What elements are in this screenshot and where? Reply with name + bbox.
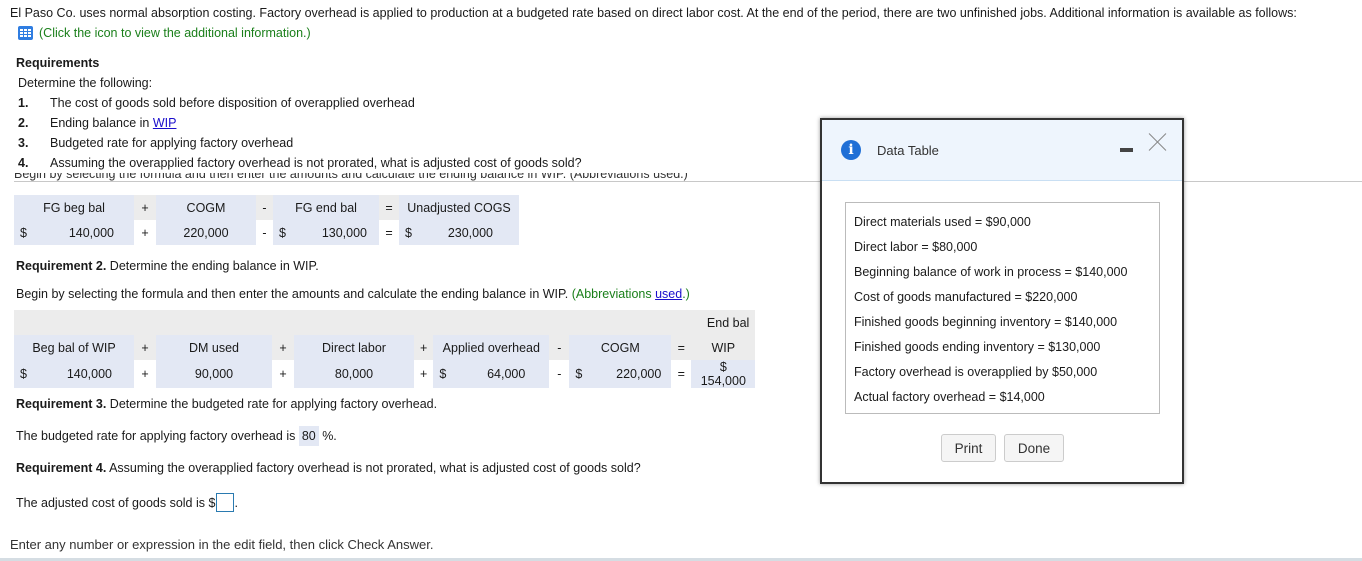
operator: + (272, 335, 294, 360)
requirements-subtitle: Determine the following: (18, 76, 153, 90)
cogs-formula-table: FG beg bal + COGM - FG end bal = Unadjus… (14, 195, 519, 245)
cogm-field[interactable]: $220,000 (569, 360, 672, 388)
data-line: Cost of goods manufactured = $220,000 (854, 290, 1078, 304)
header-dm-used: DM used (156, 335, 272, 360)
operator: - (256, 195, 273, 220)
requirement-4-heading: Requirement 4. Assuming the overapplied … (16, 461, 641, 475)
requirement-text: Budgeted rate for applying factory overh… (50, 136, 294, 150)
header-cogm: COGM (156, 195, 256, 220)
done-button[interactable]: Done (1004, 434, 1064, 462)
data-line: Finished goods beginning inventory = $14… (854, 315, 1118, 329)
operator: + (134, 195, 156, 220)
dialog-title: Data Table (877, 143, 939, 158)
abbreviations-link[interactable]: used (655, 287, 682, 301)
operator: - (256, 220, 273, 245)
requirements-title: Requirements (16, 56, 100, 70)
adjusted-cogs-input[interactable] (216, 493, 235, 512)
operator: = (379, 195, 399, 220)
data-line: Beginning balance of work in process = $… (854, 265, 1128, 279)
fg-end-bal-field[interactable]: $130,000 (273, 220, 379, 245)
problem-intro: El Paso Co. uses normal absorption costi… (10, 6, 1297, 20)
close-icon[interactable] (1149, 133, 1167, 151)
operator: + (414, 335, 434, 360)
data-table-icon[interactable] (18, 26, 33, 40)
header-beg-bal-wip: Beg bal of WIP (14, 335, 134, 360)
requirement-2-instruction: Begin by selecting the formula and then … (16, 287, 690, 301)
requirement-3-sentence: The budgeted rate for applying factory o… (16, 426, 337, 446)
operator: = (379, 220, 399, 245)
operator: - (549, 335, 570, 360)
operator: - (549, 360, 570, 388)
dialog-header[interactable]: i Data Table (822, 120, 1182, 181)
header-wip: WIP (691, 335, 756, 360)
requirement-4-sentence: The adjusted cost of goods sold is $. (16, 493, 238, 512)
requirement-num: 3. (18, 136, 29, 150)
data-line: Factory overhead is overapplied by $50,0… (854, 365, 1098, 379)
operator: = (671, 360, 692, 388)
requirement-text: The cost of goods sold before dispositio… (50, 96, 415, 110)
additional-info-text[interactable]: (Click the icon to view the additional i… (39, 26, 311, 40)
divider (14, 181, 822, 182)
data-line: Actual factory overhead = $14,000 (854, 390, 1045, 404)
beg-bal-wip-field[interactable]: $140,000 (14, 360, 134, 388)
info-icon: i (841, 140, 861, 160)
requirement-item: 4. Assuming the overapplied factory overh… (18, 156, 582, 170)
wip-formula-table: End bal Beg bal of WIP + DM used + Direc… (14, 310, 756, 388)
operator: + (414, 360, 434, 388)
divider (1182, 181, 1362, 182)
unadjusted-cogs-field[interactable]: $230,000 (399, 220, 519, 245)
header-fg-beg-bal: FG beg bal (14, 195, 134, 220)
requirement-item: 1. The cost of goods sold before disposit… (18, 96, 415, 110)
applied-overhead-field[interactable]: $64,000 (433, 360, 550, 388)
additional-info-link[interactable]: (Click the icon to view the additional i… (18, 26, 311, 40)
rate-field[interactable]: 80 (298, 426, 319, 446)
data-table-dialog: i Data Table Direct materials used = $90… (820, 118, 1184, 484)
requirement-num: 2. (18, 116, 29, 130)
requirement-text: Ending balance in (50, 116, 153, 130)
operator: + (272, 360, 294, 388)
fg-beg-bal-field[interactable]: $140,000 (14, 220, 134, 245)
operator: + (134, 335, 156, 360)
requirement-num: 4. (18, 156, 29, 170)
requirement-text: Assuming the overapplied factory overhea… (50, 156, 582, 170)
header-cogm: COGM (569, 335, 672, 360)
operator: = (671, 335, 692, 360)
requirement-3-heading: Requirement 3. Determine the budgeted ra… (16, 397, 438, 411)
header-end-bal: End bal (691, 310, 756, 335)
data-line: Finished goods ending inventory = $130,0… (854, 340, 1101, 354)
requirement-item: 2. Ending balance in WIP (18, 116, 176, 130)
end-bal-wip-field[interactable]: $ 154,000 (691, 360, 756, 388)
operator: + (134, 360, 156, 388)
obscured-instruction: Begin by selecting the formula and then … (14, 173, 688, 181)
minimize-icon[interactable] (1120, 148, 1133, 152)
requirement-item: 3. Budgeted rate for applying factory ove… (18, 136, 293, 150)
header-direct-labor: Direct labor (294, 335, 414, 360)
wip-link[interactable]: WIP (153, 116, 177, 130)
header-unadjusted-cogs: Unadjusted COGS (399, 195, 519, 220)
dm-used-field[interactable]: 90,000 (156, 360, 272, 388)
data-table-content: Direct materials used = $90,000 Direct l… (845, 202, 1160, 414)
requirement-num: 1. (18, 96, 29, 110)
data-line: Direct materials used = $90,000 (854, 215, 1031, 229)
direct-labor-field[interactable]: 80,000 (294, 360, 414, 388)
print-button[interactable]: Print (941, 434, 996, 462)
header-fg-end-bal: FG end bal (273, 195, 379, 220)
data-line: Direct labor = $80,000 (854, 240, 978, 254)
requirement-2-heading: Requirement 2. Determine the ending bala… (16, 259, 319, 273)
header-applied-overhead: Applied overhead (433, 335, 550, 360)
cogm-field[interactable]: 220,000 (156, 220, 256, 245)
footer-instruction: Enter any number or expression in the ed… (10, 537, 434, 552)
operator: + (134, 220, 156, 245)
